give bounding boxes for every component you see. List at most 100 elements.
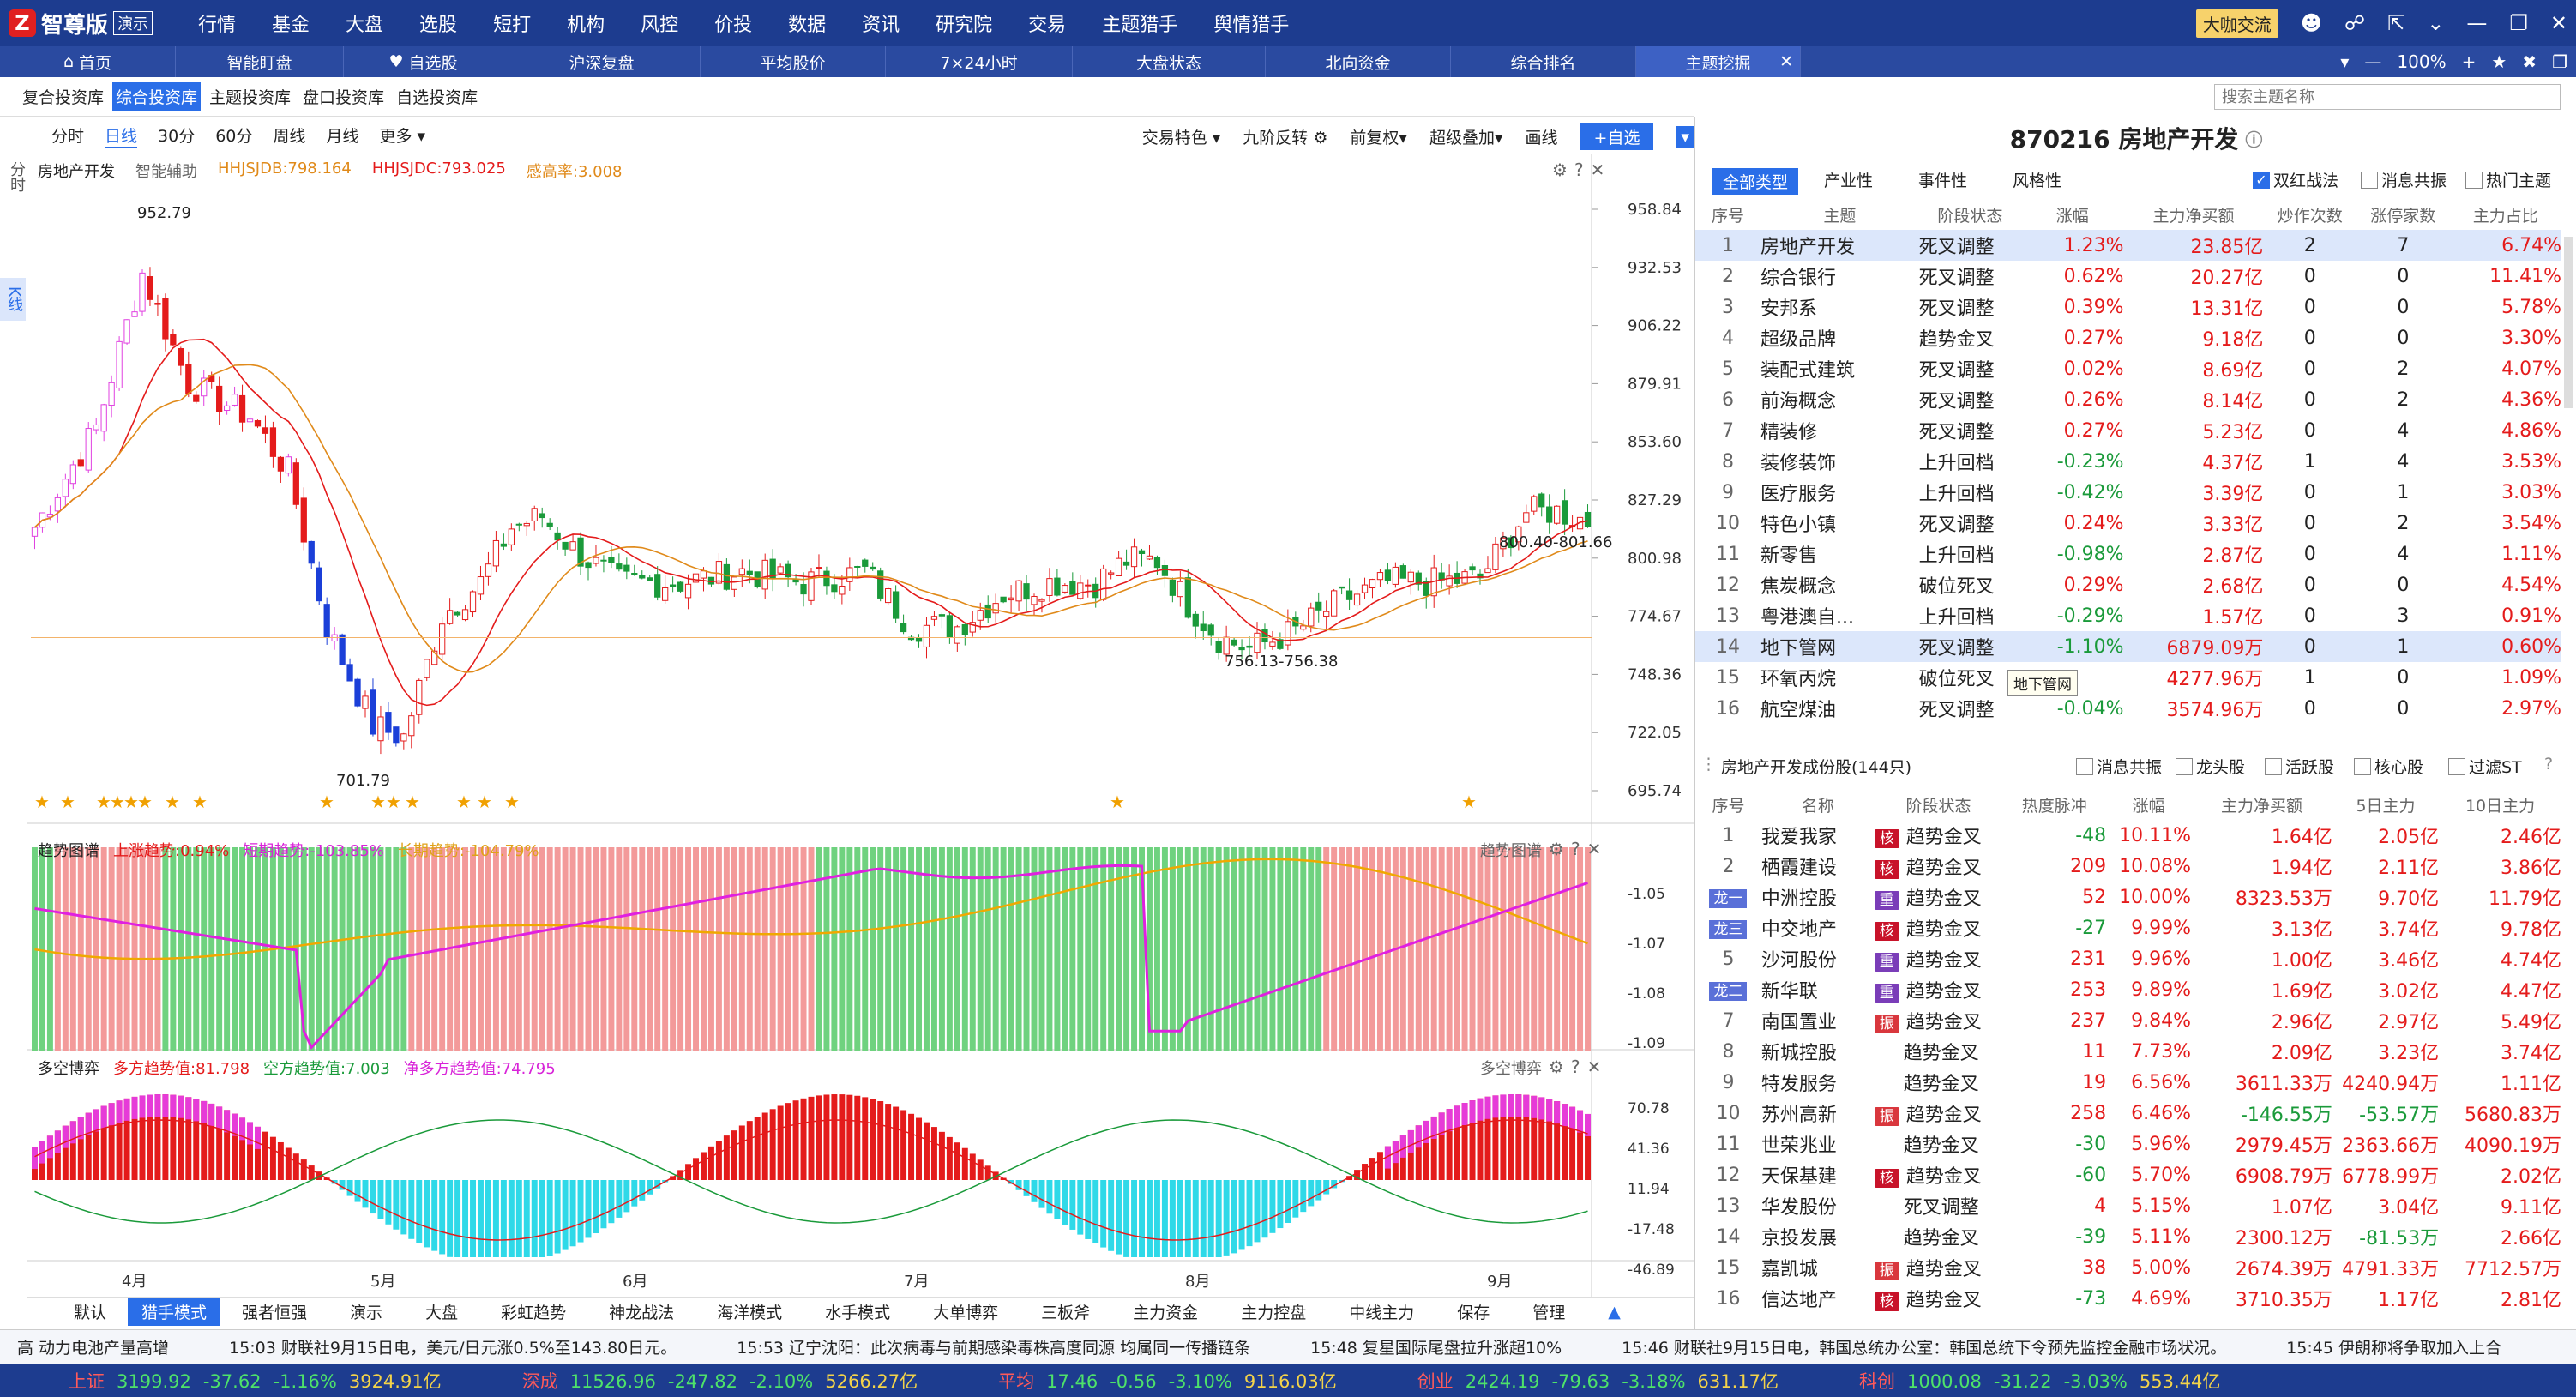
cons-check-leader[interactable]: 龙头股 xyxy=(2176,755,2245,778)
tool-nine-reverse[interactable]: 九阶反转 ⚙ xyxy=(1243,125,1327,148)
stock-row[interactable]: 10 苏州高新 振趋势金叉 258 6.46% -146.55万 -53.57万 5680.8… xyxy=(1695,1098,2561,1129)
menu-item[interactable]: 资讯 xyxy=(844,9,918,37)
tab-avg-price[interactable]: 平均股价 xyxy=(701,46,886,77)
info-icon[interactable]: ⓘ xyxy=(2245,126,2262,151)
menu-item[interactable]: 舆情猎手 xyxy=(1195,9,1307,37)
period-item[interactable]: 周线 xyxy=(273,123,305,148)
pool-tab[interactable]: 自选投资库 xyxy=(393,82,481,111)
theme-row[interactable]: 10 特色小镇 死叉调整 0.24% 3.33亿 0 2 3.54% xyxy=(1695,508,2561,539)
news-item[interactable]: 15:46 财联社9月15日电，韩国总统办公室：韩国总统下令预先监控金融市场状况… xyxy=(1622,1335,2226,1358)
theme-row[interactable]: 6 前海概念 死叉调整 0.26% 8.14亿 0 2 4.36% xyxy=(1695,384,2561,415)
stock-col-header[interactable]: 5日主力 xyxy=(2332,789,2439,820)
tool-trade-feature[interactable]: 交易特色 ▾ xyxy=(1142,125,1221,148)
theme-row[interactable]: 8 装修装饰 上升回档 -0.23% 4.37亿 1 4 3.53% xyxy=(1695,446,2561,477)
expand-icon[interactable]: ⋮ xyxy=(1700,755,1717,774)
stock-name[interactable]: 中交地产 xyxy=(1761,919,1837,941)
cons-check-news[interactable]: 消息共振 xyxy=(2076,755,2162,778)
stock-name[interactable]: 信达地产 xyxy=(1761,1290,1837,1311)
user-icon[interactable]: ☻ xyxy=(2301,11,2322,35)
filter-industry[interactable]: 产业性 xyxy=(1824,168,1873,191)
stock-col-header[interactable]: 阶段状态 xyxy=(1875,789,2002,820)
stock-col-header[interactable]: 序号 xyxy=(1695,789,1761,820)
cons-check-core[interactable]: 核心股 xyxy=(2354,755,2423,778)
theme-row[interactable]: 7 精装修 死叉调整 0.27% 5.23亿 0 4 4.86% xyxy=(1695,415,2561,446)
stock-name[interactable]: 南国置业 xyxy=(1761,1012,1837,1033)
settings-icon[interactable]: ⚙ xyxy=(1552,160,1568,180)
theme-row[interactable]: 14 地下管网 死叉调整 -1.10% 6879.09万 0 1 0.60% xyxy=(1695,631,2561,662)
zoom-in-icon[interactable]: + xyxy=(2462,51,2477,72)
index-quote[interactable]: 科创 1000.08 -31.22 -3.03% 553.44亿 xyxy=(1859,1368,2232,1394)
tool-adjust[interactable]: 前复权▾ xyxy=(1350,125,1407,148)
strip-kline[interactable]: K线 xyxy=(0,278,26,321)
stock-row[interactable]: 9 特发服务 趋势金叉 19 6.56% 3611.33万 4240.94万 1.11亿 xyxy=(1695,1067,2561,1098)
menu-item[interactable]: 短打 xyxy=(475,9,549,37)
zoom-out-icon[interactable]: — xyxy=(2364,51,2381,72)
stock-name[interactable]: 华发股份 xyxy=(1761,1197,1837,1219)
theme-row[interactable]: 16 航空煤油 死叉调整 -0.04% 3574.96万 0 0 2.97% xyxy=(1695,693,2561,724)
stock-row[interactable]: 龙一 中洲控股 重趋势金叉 52 10.00% 8323.53万 9.70亿 11.79亿 xyxy=(1695,882,2561,912)
tool-overlay[interactable]: 超级叠加▾ xyxy=(1429,125,1503,148)
menu-item[interactable]: 选股 xyxy=(401,9,475,37)
dropdown-icon[interactable]: ⌄ xyxy=(2427,11,2444,35)
indicator-tab[interactable]: 主力控盘 xyxy=(1219,1300,1327,1323)
stock-row[interactable]: 15 嘉凯城 振趋势金叉 38 5.00% 2674.39万 4791.33万 7712.57… xyxy=(1695,1252,2561,1283)
indicator-tab[interactable]: 海洋模式 xyxy=(695,1300,803,1323)
menu-item[interactable]: 研究院 xyxy=(918,9,1010,37)
stock-row[interactable]: 5 沙河股份 重趋势金叉 231 9.96% 1.00亿 3.46亿 4.74亿 xyxy=(1695,943,2561,974)
period-item[interactable]: 分时 xyxy=(51,123,84,148)
settings-icon[interactable]: ⚙ xyxy=(1549,1057,1564,1079)
tab-monitor[interactable]: 智能盯盘 xyxy=(176,46,344,77)
stock-col-header[interactable]: 10日主力 xyxy=(2439,789,2561,820)
theme-row[interactable]: 11 新零售 上升回档 -0.98% 2.87亿 0 4 1.11% xyxy=(1695,539,2561,569)
kline-chart-svg[interactable]: 958.84 932.53 906.22 879.91 853.60 827.29 800.… xyxy=(27,154,1694,1297)
theme-search-input[interactable] xyxy=(2214,84,2561,110)
restore-icon[interactable]: ❐ xyxy=(2509,11,2528,35)
help-icon[interactable]: ? xyxy=(1571,1057,1580,1079)
indicator-tab[interactable]: 大盘 xyxy=(404,1300,479,1323)
panel-close-icon[interactable]: ✕ xyxy=(1587,839,1602,861)
theme-row[interactable]: 2 综合银行 死叉调整 0.62% 20.27亿 0 0 11.41% xyxy=(1695,261,2561,292)
filter-all[interactable]: 全部类型 xyxy=(1712,168,1799,195)
indicator-tab[interactable]: 三板斧 xyxy=(1020,1300,1111,1323)
theme-scrollbar[interactable] xyxy=(2564,237,2573,408)
news-item[interactable]: 15:03 财联社9月15日电，美元/日元涨0.5%至143.80日元。 xyxy=(229,1335,677,1358)
close-icon[interactable]: ✕ xyxy=(2550,11,2567,35)
demo-badge[interactable]: 演示 xyxy=(113,11,153,35)
theme-col-header[interactable]: 阶段状态 xyxy=(1919,199,2021,230)
stock-row[interactable]: 13 华发股份 死叉调整 4 5.15% 1.07亿 3.04亿 9.11亿 xyxy=(1695,1190,2561,1221)
indicator-tab[interactable]: 水手模式 xyxy=(803,1300,912,1323)
tab-close-icon[interactable]: ✕ xyxy=(1779,52,1793,71)
stock-col-header[interactable]: 主力净买额 xyxy=(2191,789,2332,820)
check-hot-theme[interactable]: 热门主题 xyxy=(2465,168,2551,191)
stock-row[interactable]: 龙三 中交地产 核趋势金叉 -27 9.99% 3.13亿 3.74亿 9.78亿 xyxy=(1695,912,2561,943)
news-item[interactable]: 15:48 复星国际尾盘拉升涨超10% xyxy=(1310,1335,1562,1358)
theme-row[interactable]: 4 超级品牌 趋势金叉 0.27% 9.18亿 0 0 3.30% xyxy=(1695,322,2561,353)
scroll-up-icon[interactable]: ▲ xyxy=(1586,1303,1642,1322)
strip-fenshi[interactable]: 分时 xyxy=(3,161,28,192)
indicator-tab[interactable]: 主力资金 xyxy=(1111,1300,1219,1323)
theme-row[interactable]: 15 环氧丙烷 破位死叉 4277.96万 1 0 1.09% xyxy=(1695,662,2561,693)
indicator-tab[interactable]: 神龙战法 xyxy=(587,1300,695,1323)
menu-item[interactable]: 大盘 xyxy=(328,9,401,37)
period-item-active[interactable]: 日线 xyxy=(105,123,138,148)
period-item[interactable]: 月线 xyxy=(326,123,358,148)
index-quote[interactable]: 平均 17.46 -0.56 -3.10% 9116.03亿 xyxy=(998,1368,1349,1394)
check-double-red[interactable]: ✓ 双红战法 xyxy=(2253,168,2338,191)
index-quote[interactable]: 深成 11526.96 -247.82 -2.10% 5266.27亿 xyxy=(522,1368,930,1394)
window-icon[interactable]: ❐ xyxy=(2552,51,2567,72)
indicator-tab[interactable]: 强者恒强 xyxy=(220,1300,328,1323)
index-quote[interactable]: 创业 2424.19 -79.63 -3.18% 631.17亿 xyxy=(1417,1368,1791,1394)
indicator-tab[interactable]: 中线主力 xyxy=(1327,1300,1435,1323)
stock-col-header[interactable]: 热度脉冲 xyxy=(2002,789,2106,820)
stock-name[interactable]: 嘉凯城 xyxy=(1761,1259,1818,1280)
cons-check-active[interactable]: 活跃股 xyxy=(2265,755,2334,778)
stock-name[interactable]: 世荣兆业 xyxy=(1761,1135,1837,1157)
lock-icon[interactable]: ☍ xyxy=(2344,11,2365,35)
news-item[interactable]: 15:53 辽宁沈阳：此次病毒与前期感染毒株高度同源 均属同一传播链条 xyxy=(737,1335,1250,1358)
chart-toolbar-dropdown-icon[interactable]: ▾ xyxy=(1676,125,1694,148)
menu-item[interactable]: 行情 xyxy=(180,9,254,37)
stock-row[interactable]: 2 栖霞建设 核趋势金叉 209 10.08% 1.94亿 2.11亿 3.86亿 xyxy=(1695,851,2561,882)
stock-name[interactable]: 苏州高新 xyxy=(1761,1105,1837,1126)
menu-item[interactable]: 价投 xyxy=(696,9,770,37)
theme-col-header[interactable]: 主力净买额 xyxy=(2124,199,2264,230)
